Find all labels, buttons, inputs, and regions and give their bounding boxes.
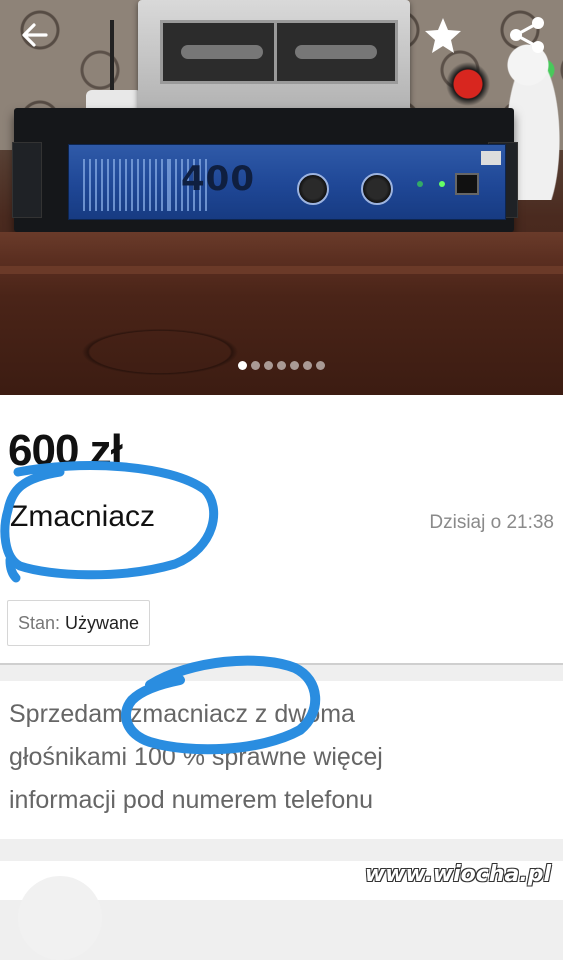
favorite-button[interactable] [420,12,466,58]
seller-avatar[interactable] [18,876,102,960]
carousel-dot[interactable] [238,361,247,370]
description-line: głośnikami 100 % sprawne więcej [9,743,383,771]
carousel-indicator [0,361,563,370]
amp-knob-right [361,173,393,205]
amp-brand-tag [481,151,501,165]
amp-knob-left [297,173,329,205]
share-icon [510,17,544,53]
condition-value: Używane [65,612,140,633]
carousel-dot[interactable] [290,361,299,370]
listing-price: 600 zł [8,426,123,475]
section-divider [0,663,563,665]
carousel-dot[interactable] [277,361,286,370]
amp-vent-left [83,159,171,211]
back-button[interactable] [12,12,58,58]
photo-amplifier: 400 [12,108,518,232]
carousel-dot[interactable] [251,361,260,370]
amp-led [439,181,445,187]
carousel-dot[interactable] [303,361,312,370]
description-line: Sprzedam zmacniacz z dwoma [9,700,355,728]
amp-front-panel: 400 [68,144,506,220]
amp-power-switch [455,173,479,195]
description-line: informacji pod numerem telefonu [9,786,374,814]
arrow-left-icon [22,23,48,47]
photo-dresser [0,232,563,395]
listing-description: Sprzedam zmacniacz z dwoma głośnikami 10… [9,693,529,822]
amp-rack-ear-left [12,142,42,218]
amp-led [417,181,423,187]
condition-label: Stan: [18,612,61,633]
amp-model-number: 400 [181,159,255,199]
top-bar [0,0,563,72]
star-icon [425,18,461,53]
listing-title: Zmacniacz [10,500,156,533]
dresser-edge [0,266,563,274]
share-button[interactable] [505,12,551,58]
watermark-text: www.wiocha.pl [364,862,551,887]
condition-chip: Stan: Używane [7,600,151,646]
listing-posted-time: Dzisiaj o 21:38 [429,512,554,533]
carousel-dot[interactable] [264,361,273,370]
carousel-dot[interactable] [316,361,325,370]
